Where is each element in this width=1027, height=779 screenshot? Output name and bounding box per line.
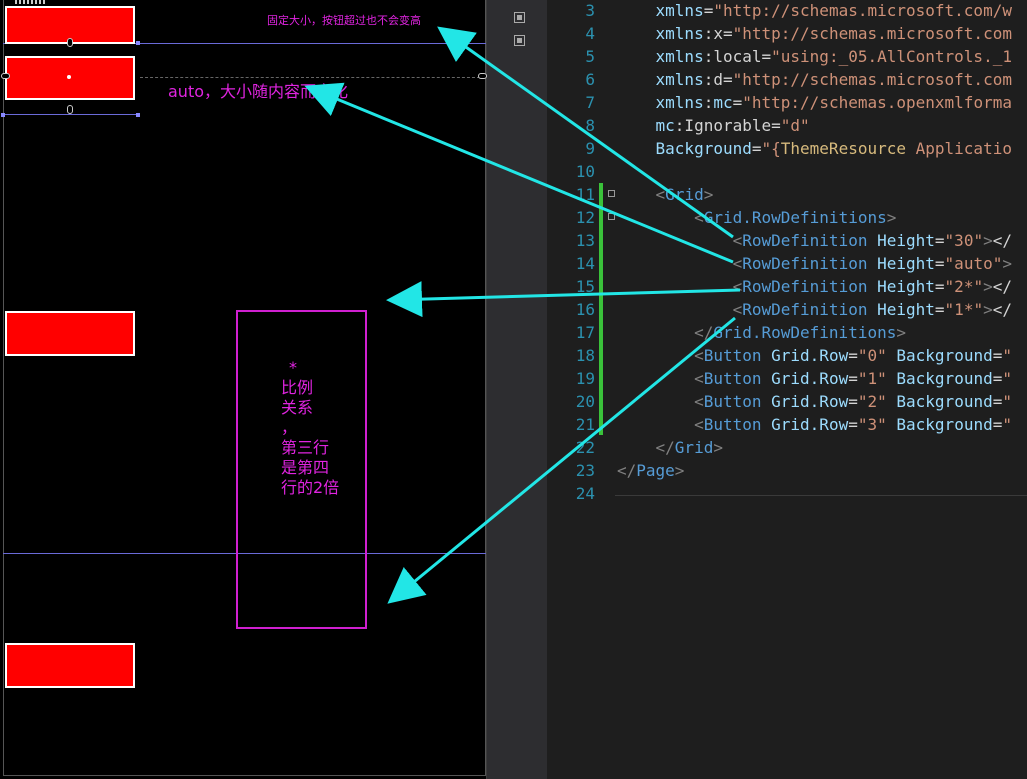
annotation-arrows <box>304 26 741 604</box>
arrow-auto <box>304 82 734 264</box>
arrow-2star <box>386 281 741 318</box>
arrow-1star <box>387 316 736 604</box>
arrow-fixed <box>437 26 734 239</box>
